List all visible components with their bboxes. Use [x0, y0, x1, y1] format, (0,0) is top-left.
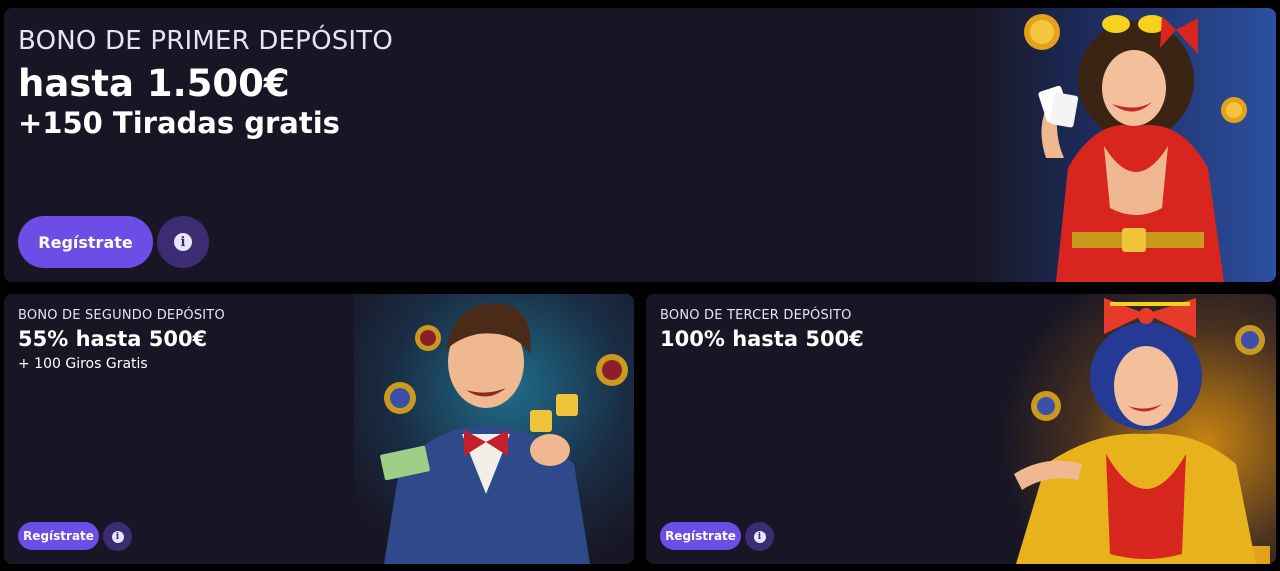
promo-headline: 55% hasta 500€: [18, 327, 208, 351]
info-button[interactable]: i: [157, 216, 209, 268]
promo-subline: + 100 Giros Gratis: [18, 356, 148, 372]
first-deposit-bonus-card: BONO DE PRIMER DEPÓSITO hasta 1.500€ +15…: [4, 8, 1276, 282]
info-icon: i: [111, 530, 124, 543]
man-with-dice-icon: [354, 294, 634, 564]
promo-eyebrow: BONO DE TERCER DEPÓSITO: [660, 308, 852, 323]
info-button[interactable]: i: [745, 522, 774, 551]
promo-headline: hasta 1.500€: [18, 62, 290, 105]
register-button[interactable]: Regístrate: [18, 522, 99, 550]
info-icon: i: [753, 530, 766, 543]
promo-eyebrow: BONO DE SEGUNDO DEPÓSITO: [18, 308, 225, 323]
promo-eyebrow: BONO DE PRIMER DEPÓSITO: [18, 26, 394, 56]
register-button[interactable]: Regístrate: [18, 216, 153, 268]
second-deposit-bonus-card: BONO DE SEGUNDO DEPÓSITO 55% hasta 500€ …: [4, 294, 634, 564]
third-deposit-bonus-card: BONO DE TERCER DEPÓSITO 100% hasta 500€ …: [646, 294, 1276, 564]
promo-headline: 100% hasta 500€: [660, 327, 864, 351]
info-icon: i: [174, 233, 192, 251]
woman-with-cards-icon: [976, 8, 1276, 282]
info-button[interactable]: i: [103, 522, 132, 551]
register-button[interactable]: Regístrate: [660, 522, 741, 550]
woman-with-bow-icon: [986, 294, 1276, 564]
promo-subline: +150 Tiradas gratis: [18, 106, 340, 140]
